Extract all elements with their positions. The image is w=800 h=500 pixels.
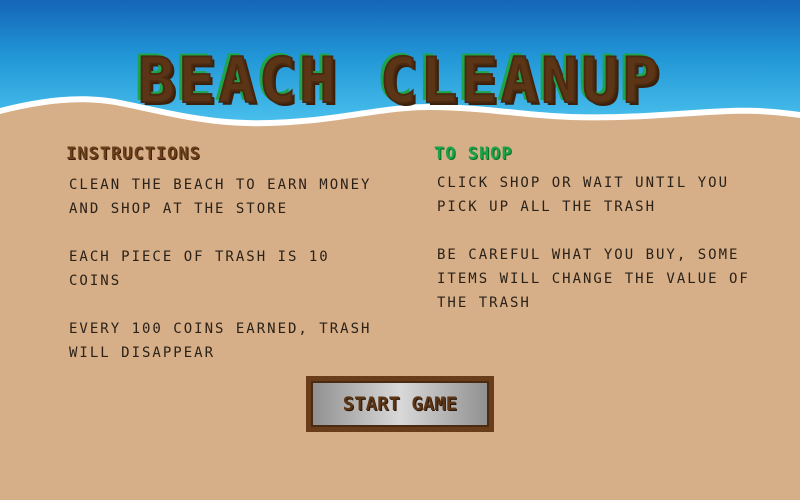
- to-shop-line: PICK UP ALL THE TRASH: [437, 199, 657, 215]
- game-screen: BEACH CLEANUP INSTRUCTIONS CLEAN THE BEA…: [0, 0, 800, 500]
- instructions-paragraph-2: EACH PIECE OF TRASH IS 10 COINS: [69, 245, 409, 293]
- instructions-line: EVERY 100 COINS EARNED, TRASH: [69, 321, 372, 337]
- instructions-heading: INSTRUCTIONS: [66, 144, 201, 164]
- to-shop-paragraph-2: BE CAREFUL WHAT YOU BUY, SOME ITEMS WILL…: [437, 243, 787, 315]
- instructions-line: COINS: [69, 273, 122, 289]
- instructions-paragraph-3: EVERY 100 COINS EARNED, TRASH WILL DISAP…: [69, 317, 409, 365]
- to-shop-line: ITEMS WILL CHANGE THE VALUE OF: [437, 271, 750, 287]
- instructions-line: WILL DISAPPEAR: [69, 345, 216, 361]
- to-shop-heading: TO SHOP: [434, 144, 513, 164]
- game-title: BEACH CLEANUP: [137, 44, 663, 117]
- to-shop-paragraph-1: CLICK SHOP OR WAIT UNTIL YOU PICK UP ALL…: [437, 171, 787, 219]
- to-shop-line: THE TRASH: [437, 295, 531, 311]
- instructions-paragraph-1: CLEAN THE BEACH TO EARN MONEY AND SHOP A…: [69, 173, 409, 221]
- instructions-line: AND SHOP AT THE STORE: [69, 201, 289, 217]
- start-game-button[interactable]: START GAME: [306, 376, 494, 432]
- to-shop-line: BE CAREFUL WHAT YOU BUY, SOME: [437, 247, 740, 263]
- start-game-label: START GAME: [342, 393, 458, 415]
- to-shop-line: CLICK SHOP OR WAIT UNTIL YOU: [437, 175, 730, 191]
- instructions-line: CLEAN THE BEACH TO EARN MONEY: [69, 177, 372, 193]
- instructions-line: EACH PIECE OF TRASH IS 10: [69, 249, 330, 265]
